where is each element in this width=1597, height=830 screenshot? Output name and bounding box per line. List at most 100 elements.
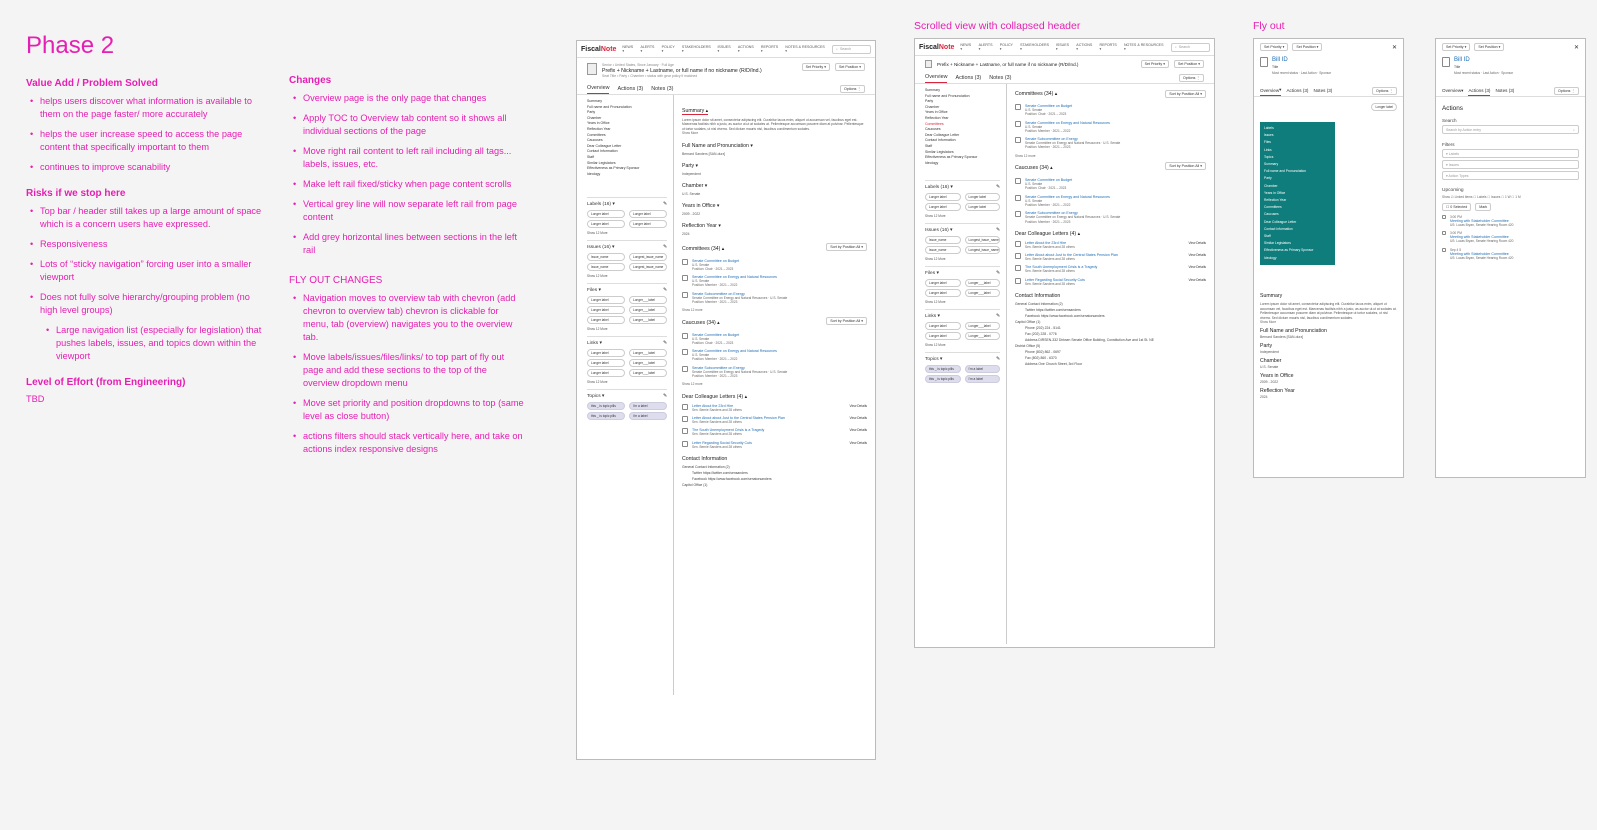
show-filter-row[interactable]: Show ☑ Linked items ☐ Labels ☐ Issues ☐ … (1442, 195, 1579, 199)
links-heading[interactable]: Links ▾ (925, 314, 940, 319)
set-position-dropdown[interactable]: Set Position ▾ (1474, 43, 1505, 51)
edit-icon[interactable]: ✎ (663, 288, 667, 293)
label-chip[interactable]: Longer label (629, 210, 667, 219)
bill-id[interactable]: Bill ID (1272, 57, 1331, 63)
tab-overview-chevron[interactable]: Overview ▾ (1260, 85, 1282, 97)
sort-dropdown[interactable]: Sort by Position All ▾ (826, 242, 867, 251)
menu-item[interactable]: Files (1264, 139, 1331, 146)
files-heading[interactable]: Files ▾ (587, 288, 601, 293)
link-chip[interactable]: Longer label (925, 332, 961, 341)
dcl-heading[interactable]: Dear Colleague Letters (4) ▴ (1015, 231, 1206, 237)
reflection-heading[interactable]: Reflection Year ▾ (682, 223, 867, 229)
issue-chip[interactable]: Issue_name (925, 246, 961, 255)
file-chip[interactable]: Longer label (925, 279, 961, 288)
nav-stakeholders[interactable]: STAKEHOLDERS ▾ (1020, 43, 1051, 51)
filter-issues[interactable]: ▾ Issues (1442, 160, 1579, 170)
show-more-link[interactable]: Show 12 More (925, 300, 1000, 304)
sort-dropdown[interactable]: Sort by Position All ▾ (826, 316, 867, 325)
menu-item[interactable]: Effectiveness as Primary Sponsor (1264, 247, 1331, 254)
edit-icon[interactable]: ✎ (663, 341, 667, 346)
nav-policy[interactable]: POLICY ▾ (662, 45, 677, 53)
issue-chip[interactable]: Longest_issue_name (629, 253, 667, 262)
label-chip[interactable]: Longer label (587, 210, 625, 219)
file-chip[interactable]: Longer label (925, 289, 961, 298)
view-details-link[interactable]: View Details (1189, 265, 1206, 273)
dcl-heading[interactable]: Dear Colleague Letters (4) ▴ (682, 394, 867, 400)
tab-actions[interactable]: Actions (3) (1468, 85, 1491, 97)
caucuses-heading[interactable]: Caucuses (34) ▴ (682, 320, 720, 326)
label-chip[interactable]: Longer label (629, 220, 667, 229)
labels-heading[interactable]: Labels (16) ▾ (587, 202, 615, 207)
fiscalnote-logo[interactable]: FiscalNote (581, 46, 616, 53)
show-more-link[interactable]: Show 12 more (682, 382, 867, 386)
show-more-link[interactable]: Show More (1260, 320, 1397, 324)
show-more-link[interactable]: Show 12 More (587, 327, 667, 331)
menu-item[interactable]: Full name and Pronunciation (1264, 168, 1331, 175)
tab-actions[interactable]: Actions (3) (955, 72, 981, 83)
label-chip[interactable]: Longer label (925, 193, 961, 202)
label-chip[interactable]: Longer label (964, 193, 1000, 202)
committees-heading[interactable]: Committees (34) ▴ (682, 246, 724, 252)
menu-item[interactable]: Chamber (1264, 183, 1331, 190)
summary-heading[interactable]: Summary (1260, 293, 1397, 299)
set-position-dropdown[interactable]: Set Position ▾ (1174, 60, 1204, 68)
menu-item[interactable]: Issues (1264, 132, 1331, 139)
tab-overview-chevron[interactable]: Overview ▾ (1442, 85, 1463, 96)
link-chip[interactable]: Longer___label (629, 359, 667, 368)
issues-heading[interactable]: Issues (16) ▾ (587, 245, 614, 250)
chamber-heading[interactable]: Chamber ▾ (682, 183, 867, 189)
sort-dropdown[interactable]: Sort by Position All ▾ (1165, 90, 1206, 98)
search-input[interactable]: ⌕ Search (1170, 42, 1210, 52)
nav-news[interactable]: NEWS ▾ (960, 43, 973, 51)
tab-actions[interactable]: Actions (3) (617, 83, 643, 94)
menu-item[interactable]: Links (1264, 147, 1331, 154)
link-chip[interactable]: Longer label (587, 359, 625, 368)
options-button[interactable]: Options ⋮ (1372, 86, 1397, 95)
topic-chip[interactable]: I'm a label (629, 412, 667, 421)
link-chip[interactable]: Longer label (925, 322, 961, 331)
edit-icon[interactable]: ✎ (663, 394, 667, 399)
show-more-link[interactable]: Show 12 More (925, 257, 1000, 261)
mark-button[interactable]: Mark (1475, 202, 1492, 211)
file-chip[interactable]: Longer label (587, 316, 625, 325)
link-chip[interactable]: Longer___label (964, 332, 1000, 341)
links-heading[interactable]: Links ▾ (587, 341, 602, 346)
nav-notes[interactable]: NOTES & RESOURCES ▾ (1124, 43, 1165, 51)
view-details-link[interactable]: View Details (850, 441, 867, 449)
tab-actions[interactable]: Actions (3) (1286, 85, 1308, 96)
party-heading[interactable]: Party ▾ (682, 163, 867, 169)
topics-heading[interactable]: Topics ▾ (587, 394, 604, 399)
tab-notes[interactable]: Notes (3) (1495, 85, 1514, 96)
tab-notes[interactable]: Notes (3) (651, 83, 673, 94)
issues-heading[interactable]: Issues (16) ▾ (925, 228, 952, 233)
link-chip[interactable]: Longer___label (629, 369, 667, 378)
show-more-link[interactable]: Show 12 More (925, 343, 1000, 347)
close-icon[interactable]: ✕ (1574, 44, 1579, 51)
show-more-link[interactable]: Show 12 More (587, 380, 667, 384)
filter-action-types[interactable]: ▾ Action Types (1442, 171, 1579, 181)
label-chip[interactable]: Longer label (1371, 103, 1397, 112)
menu-item[interactable]: Summary (1264, 161, 1331, 168)
selected-count[interactable]: ☐ 0 Selected (1442, 202, 1472, 211)
edit-icon[interactable]: ✎ (996, 185, 1000, 190)
issue-chip[interactable]: Longest_issue_name (964, 236, 1000, 245)
show-more-link[interactable]: Show 12 More (925, 214, 1000, 218)
nav-alerts[interactable]: ALERTS ▾ (979, 43, 995, 51)
file-chip[interactable]: Longer___label (629, 306, 667, 315)
issue-chip[interactable]: Issue_name (587, 253, 625, 262)
label-chip[interactable]: Longer label (587, 220, 625, 229)
set-position-dropdown[interactable]: Set Position ▾ (835, 63, 865, 71)
menu-item[interactable]: Topics (1264, 154, 1331, 161)
show-more-link[interactable]: Show 12 More (587, 274, 667, 278)
file-chip[interactable]: Longer___label (629, 296, 667, 305)
nav-actions[interactable]: ACTIONS ▾ (738, 45, 756, 53)
edit-icon[interactable]: ✎ (996, 314, 1000, 319)
checkbox[interactable] (1442, 231, 1446, 236)
set-position-dropdown[interactable]: Set Position ▾ (1292, 43, 1323, 51)
nav-alerts[interactable]: ALERTS ▾ (641, 45, 657, 53)
tab-overview[interactable]: Overview (587, 83, 610, 94)
twitter-row[interactable]: Twitter https://twitter.com/sensanders (682, 471, 867, 475)
fullname-heading[interactable]: Full Name and Pronunciation ▾ (682, 143, 867, 149)
nav-issues[interactable]: ISSUES ▾ (1056, 43, 1071, 51)
options-button[interactable]: Options ⋮ (1179, 73, 1204, 82)
